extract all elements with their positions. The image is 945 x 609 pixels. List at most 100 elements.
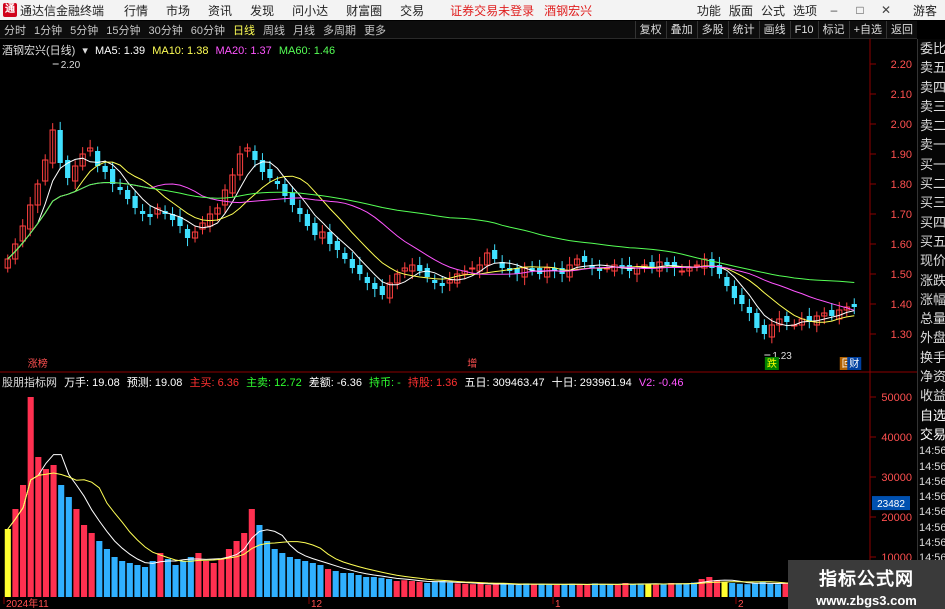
menu-item-ask[interactable]: 问小达 xyxy=(292,2,328,19)
side-eps[interactable]: 收益 xyxy=(918,386,945,405)
side-outer-volume[interactable]: 外盘 xyxy=(918,328,945,347)
side-price[interactable]: 现价 xyxy=(918,251,945,270)
side-net-asset[interactable]: 净资 xyxy=(918,367,945,386)
menu-item-formula[interactable]: 公式 xyxy=(761,2,785,19)
event-marker: 跌 xyxy=(767,357,777,370)
volume-bar xyxy=(416,581,423,597)
side-tab-watchlist[interactable]: 自选 xyxy=(918,406,945,425)
volume-bar xyxy=(386,579,393,597)
side-bid1[interactable]: 买一 xyxy=(918,155,945,174)
menu-item-news[interactable]: 资讯 xyxy=(208,2,232,19)
period-monthly[interactable]: 月线 xyxy=(289,22,319,38)
side-entrust-ratio[interactable]: 委比 xyxy=(918,39,945,58)
volume-bar xyxy=(203,561,210,597)
price-tick-label: 1.80 xyxy=(891,179,912,191)
menu-item-layout[interactable]: 版面 xyxy=(729,2,753,19)
tick-time: 14:56 xyxy=(919,506,945,519)
overlay-button[interactable]: 叠加 xyxy=(665,21,697,39)
volume-bar xyxy=(599,584,606,597)
menu-item-function[interactable]: 功能 xyxy=(697,2,721,19)
period-weekly[interactable]: 周线 xyxy=(259,22,289,38)
event-marker: 增 xyxy=(467,357,477,370)
menu-item-wealth[interactable]: 财富圈 xyxy=(346,2,382,19)
close-icon[interactable]: ✕ xyxy=(877,3,895,17)
stats-button[interactable]: 统计 xyxy=(727,21,759,39)
period-daily[interactable]: 日线 xyxy=(229,22,259,38)
back-button[interactable]: 返回 xyxy=(886,21,917,39)
side-ask4[interactable]: 卖四 xyxy=(918,78,945,97)
period-60min[interactable]: 60分钟 xyxy=(187,22,229,38)
menu-item-options[interactable]: 选项 xyxy=(793,2,817,19)
period-5min[interactable]: 5分钟 xyxy=(66,22,102,38)
side-ask2[interactable]: 卖二 xyxy=(918,116,945,135)
stat-hold-stock: 持股: 1.36 xyxy=(407,377,458,389)
candle-body xyxy=(372,283,378,289)
date-tick-label: 12 xyxy=(311,599,323,609)
side-change[interactable]: 涨跌 xyxy=(918,271,945,290)
adjust-button[interactable]: 复权 xyxy=(634,21,666,39)
watermark-title: 指标公式网 xyxy=(819,569,914,589)
volume-bar xyxy=(523,583,530,597)
ma20-label: MA20: 1.37 xyxy=(215,45,272,57)
candle-body xyxy=(95,151,101,166)
menu-item-quotes[interactable]: 行情 xyxy=(124,2,148,19)
volume-bar xyxy=(530,584,537,597)
side-change-pct[interactable]: 涨幅 xyxy=(918,290,945,309)
volume-bar xyxy=(355,575,362,597)
volume-bar xyxy=(637,583,644,597)
period-15min[interactable]: 15分钟 xyxy=(102,22,144,38)
mark-button[interactable]: 标记 xyxy=(817,21,849,39)
menu-item-discover[interactable]: 发现 xyxy=(250,2,274,19)
multi-stock-button[interactable]: 多股 xyxy=(696,21,728,39)
candle-body xyxy=(139,211,146,214)
price-axis: 2.20 2.10 2.00 1.90 1.80 1.70 1.60 1.50 1.40 1.30 xyxy=(870,59,912,341)
volume-bar xyxy=(149,561,156,597)
side-ask5[interactable]: 卖五 xyxy=(918,58,945,77)
period-intraday[interactable]: 分时 xyxy=(0,22,30,38)
period-multi[interactable]: 多周期 xyxy=(319,22,360,38)
ma10-label: MA10: 1.38 xyxy=(152,45,209,57)
chevron-down-icon[interactable]: ▾ xyxy=(82,45,88,57)
menu-item-trade[interactable]: 交易 xyxy=(400,2,424,19)
menu-item-market[interactable]: 市场 xyxy=(166,2,190,19)
period-30min[interactable]: 30分钟 xyxy=(145,22,187,38)
maximize-icon[interactable]: □ xyxy=(851,3,869,17)
minimize-icon[interactable]: – xyxy=(825,3,843,17)
candle-body xyxy=(124,190,131,199)
high-label: 2.20 xyxy=(61,60,81,71)
tick-time: 14:56 xyxy=(919,491,945,504)
guest-label[interactable]: 游客 xyxy=(913,2,937,19)
side-bid4[interactable]: 买四 xyxy=(918,213,945,232)
candle-body xyxy=(102,166,108,172)
chart-canvas[interactable]: 2.20 2.10 2.00 1.90 1.80 1.70 1.60 1.50 1.40 1.30… xyxy=(0,39,917,609)
volume-tick-label: 30000 xyxy=(881,472,912,484)
volume-bar xyxy=(340,573,347,597)
volume-tick-label: 40000 xyxy=(881,432,912,444)
tick-time: 14:56 xyxy=(919,537,945,550)
current-volume-label: 23482 xyxy=(877,499,905,510)
side-ask3[interactable]: 卖三 xyxy=(918,97,945,116)
volume-bar xyxy=(424,583,431,597)
period-more[interactable]: 更多 xyxy=(360,22,390,38)
period-1min[interactable]: 1分钟 xyxy=(30,22,66,38)
side-total-volume[interactable]: 总量 xyxy=(918,309,945,328)
login-status[interactable]: 证券交易未登录 xyxy=(450,2,534,19)
side-turnover[interactable]: 换手 xyxy=(918,348,945,367)
add-watchlist-button[interactable]: +自选 xyxy=(848,21,886,39)
side-bid3[interactable]: 买三 xyxy=(918,193,945,212)
side-bid5[interactable]: 买五 xyxy=(918,232,945,251)
side-ask1[interactable]: 卖一 xyxy=(918,135,945,154)
volume-bar xyxy=(500,583,507,597)
draw-line-button[interactable]: 画线 xyxy=(758,21,790,39)
price-tick-label: 1.30 xyxy=(891,329,912,341)
side-bid2[interactable]: 买二 xyxy=(918,174,945,193)
volume-bar xyxy=(447,582,454,597)
side-tab-trade[interactable]: 交易 xyxy=(918,425,945,444)
volume-bar xyxy=(180,561,187,597)
candle-body xyxy=(678,270,686,273)
volume-bar xyxy=(81,525,88,597)
volume-bar xyxy=(675,583,682,597)
volume-bar xyxy=(347,573,354,597)
volume-bar xyxy=(50,465,57,597)
f10-button[interactable]: F10 xyxy=(789,21,818,39)
